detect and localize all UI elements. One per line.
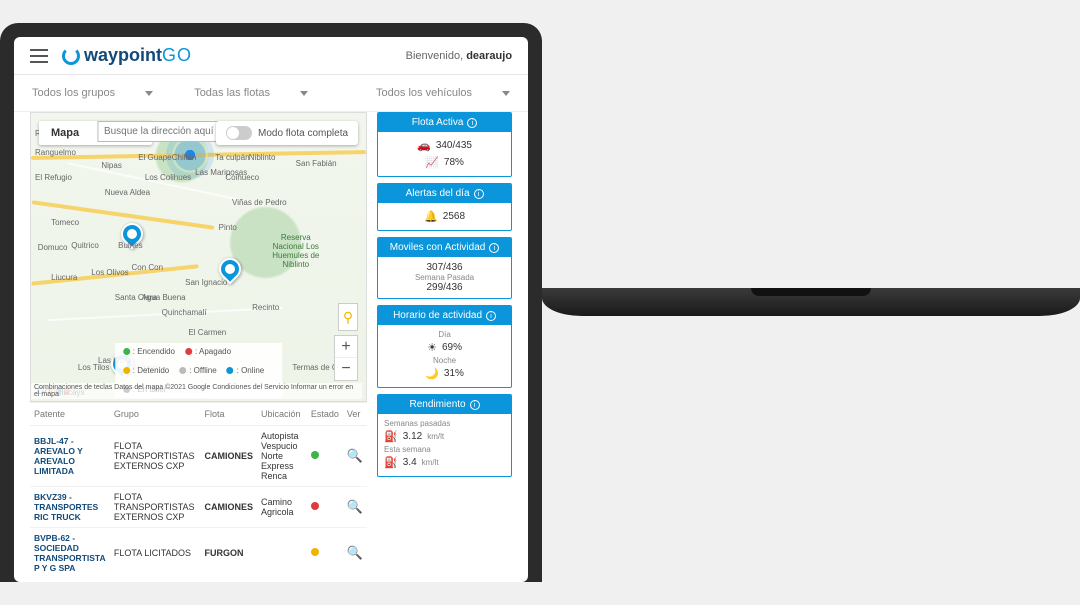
table-row: BKVZ39 - TRANSPORTES RIC TRUCKFLOTA TRAN… [30, 487, 367, 528]
cell-grupo: FLOTA TRANSPORTISTAS EXTERNOS CXP [110, 487, 201, 528]
map-city-label: San Ignacio [185, 278, 227, 287]
cell-ubicacion: Autopista Vespucio Norte Express Renca [257, 426, 307, 487]
swirl-icon [62, 47, 80, 65]
map-city-label: Ta culpán [215, 153, 249, 162]
th-estado[interactable]: Estado [307, 403, 343, 426]
map-city-label: Nueva Aldea [105, 188, 150, 197]
view-icon[interactable]: 🔍 [347, 499, 363, 514]
view-icon[interactable]: 🔍 [347, 448, 363, 463]
th-grupo[interactable]: Grupo [110, 403, 201, 426]
cell-patente[interactable]: BBJL-47 - AREVALO Y AREVALO LIMITADA [30, 426, 110, 487]
map-city-label: San Fabián [296, 159, 337, 168]
map-city-label: Coihueco [225, 173, 259, 182]
welcome-text: Bienvenido, dearaujo [406, 50, 512, 62]
map-city-label: Nipas [101, 161, 121, 170]
filter-vehicles[interactable]: Todos los vehículos [374, 83, 512, 103]
brand-logo: waypointGO [62, 45, 192, 66]
filter-groups[interactable]: Todos los grupos [30, 83, 155, 103]
kpi-rendimiento: Rendimientoi Semanas pasadas ⛽3.12 km/lt… [377, 394, 512, 477]
info-icon[interactable]: i [470, 400, 480, 410]
map-city-label: Liucura [51, 273, 77, 282]
view-icon[interactable]: 🔍 [347, 545, 363, 560]
table-row: BBJL-47 - AREVALO Y AREVALO LIMITADAFLOT… [30, 426, 367, 487]
fuel-icon: ⛽ [384, 430, 398, 443]
cell-flota: CAMIONES [200, 487, 257, 528]
th-ubicacion[interactable]: Ubicación [257, 403, 307, 426]
map-attribution: Combinaciones de teclas Datos del mapa ©… [31, 383, 362, 399]
cell-ubicacion [257, 528, 307, 575]
cell-ubicacion: Camino Agricola [257, 487, 307, 528]
kpi-horario: Horario de actividadi Día ☀69% Noche 🌙31… [377, 305, 512, 388]
cell-grupo: FLOTA TRANSPORTISTAS EXTERNOS CXP [110, 426, 201, 487]
cell-estado [307, 528, 343, 575]
map-city-label: Bulnes [118, 241, 142, 250]
map-city-label: Los Olivos [91, 268, 128, 277]
cell-estado [307, 426, 343, 487]
map-city-label: Quinchamalí [162, 308, 207, 317]
moon-icon: 🌙 [425, 367, 439, 380]
brand-text-go: GO [162, 45, 192, 66]
map-city-label: Niblinto [249, 153, 276, 162]
table-row: BVPB-62 - SOCIEDAD TRANSPORTISTA P Y G S… [30, 528, 367, 575]
th-flota[interactable]: Flota [200, 403, 257, 426]
map[interactable]: Chillán San Nicolás Ranguelmo El Refugio… [30, 112, 367, 402]
map-city-label: Viñas de Pedro [232, 198, 287, 207]
kpi-flota-activa: Flota Activai 🚗340/435 📈78% [377, 112, 512, 177]
map-city-label: Ranguelmo [35, 148, 76, 157]
chevron-down-icon [300, 91, 308, 96]
zoom-in-button[interactable]: + [335, 336, 357, 358]
brand-text-waypoint: waypoint [84, 45, 162, 66]
cell-patente[interactable]: BVPB-62 - SOCIEDAD TRANSPORTISTA P Y G S… [30, 528, 110, 575]
menu-icon[interactable] [30, 49, 48, 63]
map-city-label: Los Colihues [145, 173, 191, 182]
map-city-label: Chillán [172, 153, 196, 162]
map-city-label: El Carmen [188, 328, 226, 337]
bell-icon: 🔔 [424, 210, 438, 223]
vehicles-table: Patente Grupo Flota Ubicación Estado Ver… [30, 403, 367, 574]
map-city-label: Tomeco [51, 218, 79, 227]
info-icon[interactable]: i [467, 118, 477, 128]
map-city-label: Agua Buena [142, 293, 186, 302]
map-zoom-control: + − [334, 335, 358, 381]
map-city-label: Domuco [38, 243, 68, 252]
car-icon: 🚗 [417, 139, 431, 152]
cell-flota: CAMIONES [200, 426, 257, 487]
cell-ver: 🔍 [343, 528, 367, 575]
cell-ver: 🔍 [343, 426, 367, 487]
zoom-out-button[interactable]: − [335, 358, 357, 380]
info-icon[interactable]: i [486, 311, 496, 321]
tab-map[interactable]: Mapa [39, 121, 91, 145]
kpi-moviles: Moviles con Actividadi 307/436 Semana Pa… [377, 237, 512, 299]
info-icon[interactable]: i [474, 189, 484, 199]
streetview-pegman-icon[interactable]: ⚲ [338, 303, 358, 331]
map-city-label: Pinto [219, 223, 237, 232]
map-city-label: El Refugio [35, 173, 72, 182]
fleet-mode-toggle[interactable]: Modo flota completa [216, 121, 358, 145]
cell-estado [307, 487, 343, 528]
filter-fleets[interactable]: Todas las flotas [192, 83, 310, 103]
th-patente[interactable]: Patente [30, 403, 110, 426]
map-city-label: Quitrico [71, 241, 99, 250]
toggle-switch-icon [226, 126, 252, 140]
chevron-down-icon [502, 91, 510, 96]
th-ver[interactable]: Ver [343, 403, 367, 426]
cell-patente[interactable]: BKVZ39 - TRANSPORTES RIC TRUCK [30, 487, 110, 528]
sun-icon: ☀ [427, 341, 437, 354]
fuel-icon: ⛽ [384, 456, 398, 469]
cell-grupo: FLOTA LICITADOS [110, 528, 201, 575]
map-city-label: El Guape [138, 153, 171, 162]
info-icon[interactable]: i [489, 243, 499, 253]
chevron-down-icon [145, 91, 153, 96]
kpi-alertas: Alertas del díai 🔔2568 [377, 183, 512, 231]
trend-icon: 📈 [425, 156, 439, 169]
cell-flota: FURGON [200, 528, 257, 575]
map-city-label: Con Con [132, 263, 164, 272]
map-park-label: Reserva Nacional Los Huemules de Niblint… [272, 233, 319, 269]
cell-ver: 🔍 [343, 487, 367, 528]
map-city-label: Recinto [252, 303, 279, 312]
